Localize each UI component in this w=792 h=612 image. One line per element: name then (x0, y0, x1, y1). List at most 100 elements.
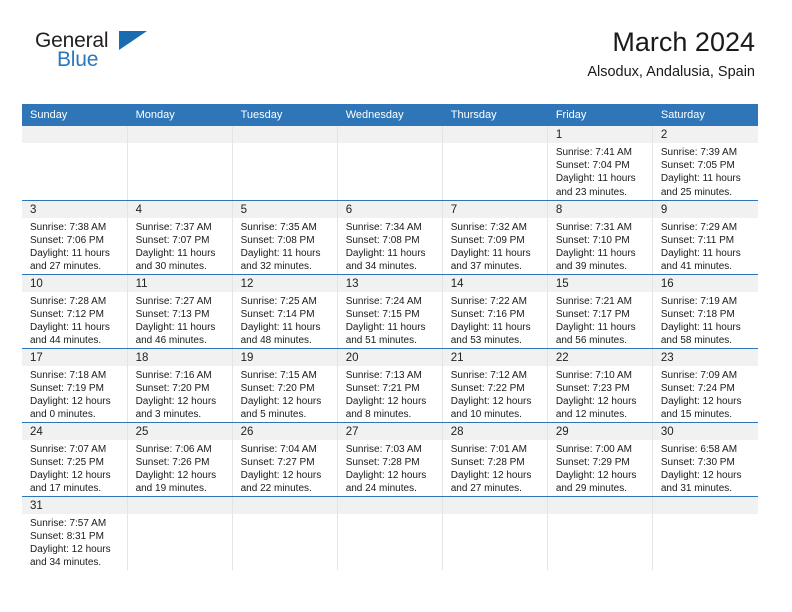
calendar-day-cell[interactable]: 8 Sunrise: 7:31 AM Sunset: 7:10 PM Daylight… (547, 200, 653, 275)
sunrise-time: Sunrise: 7:38 AM (30, 221, 107, 233)
day-number: 11 (127, 274, 232, 292)
sunset-time: Sunset: 7:26 PM (135, 456, 210, 468)
daylight-duration-line2: and 32 minutes. (240, 261, 312, 273)
sunset-time: Sunset: 7:20 PM (240, 382, 315, 394)
calendar-day-cell[interactable]: 2 Sunrise: 7:39 AM Sunset: 7:05 PM Daylight… (652, 126, 758, 201)
day-sun-info: Sunrise: 7:39 AM Sunset: 7:05 PM Daylight:… (653, 143, 758, 199)
sunset-time: Sunset: 7:11 PM (660, 234, 735, 246)
calendar-day-cell[interactable]: 12 Sunrise: 7:25 AM Sunset: 7:14 PM Dayligh… (232, 274, 338, 349)
day-number: 21 (442, 348, 547, 366)
day-number: 29 (547, 422, 652, 440)
calendar-day-cell[interactable]: 31 Sunrise: 7:57 AM Sunset: 8:31 PM Dayligh… (22, 496, 128, 570)
daylight-duration-line1: Daylight: 11 hours (660, 321, 741, 333)
sunrise-time: Sunrise: 7:03 AM (345, 443, 422, 455)
day-number: 27 (337, 422, 442, 440)
page-header: General Blue March 2024 Alsodux, Andalus… (0, 0, 792, 80)
sunrise-time: Sunrise: 7:31 AM (555, 221, 632, 233)
calendar-day-cell[interactable]: 30 Sunrise: 6:58 AM Sunset: 7:30 PM Dayligh… (652, 422, 758, 497)
calendar-day-cell[interactable]: 3 Sunrise: 7:38 AM Sunset: 7:06 PM Daylight… (22, 200, 128, 275)
calendar-day-cell[interactable]: 18 Sunrise: 7:16 AM Sunset: 7:20 PM Dayligh… (127, 348, 233, 423)
daylight-duration-line1: Daylight: 12 hours (240, 395, 322, 407)
day-number: 20 (337, 348, 442, 366)
sunset-time: Sunset: 7:07 PM (135, 234, 210, 246)
day-sun-info: Sunrise: 7:57 AM Sunset: 8:31 PM Daylight:… (22, 514, 127, 570)
day-number (337, 126, 442, 143)
calendar-day-cell-empty (232, 496, 338, 570)
daylight-duration-line2: and 3 minutes. (135, 409, 202, 421)
weekday-header-tuesday: Tuesday (232, 104, 338, 126)
sunrise-time: Sunrise: 7:34 AM (345, 221, 422, 233)
calendar-day-cell[interactable]: 1 Sunrise: 7:41 AM Sunset: 7:04 PM Daylight… (547, 126, 653, 201)
day-sun-info: Sunrise: 7:07 AM Sunset: 7:25 PM Daylight:… (22, 440, 127, 496)
calendar-day-cell[interactable]: 4 Sunrise: 7:37 AM Sunset: 7:07 PM Daylight… (127, 200, 233, 275)
sunrise-time: Sunrise: 7:27 AM (135, 295, 212, 307)
calendar-day-cell[interactable]: 14 Sunrise: 7:22 AM Sunset: 7:16 PM Dayligh… (442, 274, 548, 349)
calendar-day-cell[interactable]: 7 Sunrise: 7:32 AM Sunset: 7:09 PM Daylight… (442, 200, 548, 275)
day-sun-info: Sunrise: 7:18 AM Sunset: 7:19 PM Daylight:… (22, 366, 127, 422)
sunset-time: Sunset: 7:17 PM (555, 308, 630, 320)
daylight-duration-line2: and 53 minutes. (450, 335, 522, 347)
daylight-duration-line1: Daylight: 11 hours (240, 321, 321, 333)
sunset-time: Sunset: 7:29 PM (555, 456, 630, 468)
daylight-duration-line1: Daylight: 12 hours (345, 469, 427, 481)
day-number (442, 126, 547, 143)
calendar-day-cell[interactable]: 29 Sunrise: 7:00 AM Sunset: 7:29 PM Dayligh… (547, 422, 653, 497)
day-sun-info: Sunrise: 7:12 AM Sunset: 7:22 PM Daylight:… (443, 366, 547, 422)
day-sun-info: Sunrise: 7:13 AM Sunset: 7:21 PM Daylight:… (338, 366, 442, 422)
calendar-day-cell[interactable]: 22 Sunrise: 7:10 AM Sunset: 7:23 PM Dayligh… (547, 348, 653, 423)
calendar-day-cell[interactable]: 19 Sunrise: 7:15 AM Sunset: 7:20 PM Dayligh… (232, 348, 338, 423)
calendar-day-cell[interactable]: 17 Sunrise: 7:18 AM Sunset: 7:19 PM Dayligh… (22, 348, 128, 423)
day-number: 8 (547, 200, 652, 218)
day-sun-info: Sunrise: 7:10 AM Sunset: 7:23 PM Daylight:… (548, 366, 652, 422)
calendar-day-cell[interactable]: 28 Sunrise: 7:01 AM Sunset: 7:28 PM Dayligh… (442, 422, 548, 497)
calendar-day-cell[interactable]: 6 Sunrise: 7:34 AM Sunset: 7:08 PM Daylight… (337, 200, 443, 275)
daylight-duration-line1: Daylight: 12 hours (135, 469, 217, 481)
day-number (337, 496, 442, 514)
day-sun-info: Sunrise: 7:09 AM Sunset: 7:24 PM Daylight:… (653, 366, 758, 422)
calendar-day-cell[interactable]: 15 Sunrise: 7:21 AM Sunset: 7:17 PM Dayligh… (547, 274, 653, 349)
sunset-time: Sunset: 7:12 PM (30, 308, 104, 320)
daylight-duration-line1: Daylight: 12 hours (345, 395, 427, 407)
daylight-duration-line2: and 41 minutes. (660, 261, 733, 273)
sunset-time: Sunset: 7:21 PM (345, 382, 420, 394)
day-number: 22 (547, 348, 652, 366)
day-number: 6 (337, 200, 442, 218)
calendar-day-cell[interactable]: 9 Sunrise: 7:29 AM Sunset: 7:11 PM Daylight… (652, 200, 758, 275)
sunset-time: Sunset: 7:16 PM (450, 308, 525, 320)
sunset-time: Sunset: 7:08 PM (240, 234, 315, 246)
calendar-day-cell-empty (22, 126, 128, 201)
daylight-duration-line2: and 34 minutes. (30, 557, 102, 569)
calendar-day-cell-empty (127, 126, 233, 201)
day-number (232, 496, 337, 514)
day-number: 10 (22, 274, 127, 292)
calendar-day-cell-empty (337, 126, 443, 201)
daylight-duration-line2: and 30 minutes. (135, 261, 207, 273)
calendar-day-cell[interactable]: 5 Sunrise: 7:35 AM Sunset: 7:08 PM Daylight… (232, 200, 338, 275)
sunrise-time: Sunrise: 7:19 AM (660, 295, 738, 307)
sunset-time: Sunset: 7:19 PM (30, 382, 104, 394)
title-block: March 2024 Alsodux, Andalusia, Spain (587, 26, 755, 82)
calendar-day-cell[interactable]: 26 Sunrise: 7:04 AM Sunset: 7:27 PM Dayligh… (232, 422, 338, 497)
daylight-duration-line1: Daylight: 12 hours (450, 469, 532, 481)
daylight-duration-line1: Daylight: 11 hours (450, 247, 531, 259)
calendar-day-cell[interactable]: 16 Sunrise: 7:19 AM Sunset: 7:18 PM Dayligh… (652, 274, 758, 349)
calendar-day-cell[interactable]: 24 Sunrise: 7:07 AM Sunset: 7:25 PM Dayligh… (22, 422, 128, 497)
calendar-page: General Blue March 2024 Alsodux, Andalus… (0, 0, 792, 612)
calendar-week-row: 24 Sunrise: 7:07 AM Sunset: 7:25 PM Dayligh… (22, 422, 758, 497)
day-sun-info: Sunrise: 7:04 AM Sunset: 7:27 PM Daylight:… (233, 440, 337, 496)
general-blue-logo[interactable]: General Blue (35, 30, 215, 82)
day-number: 17 (22, 348, 127, 366)
calendar-day-cell[interactable]: 10 Sunrise: 7:28 AM Sunset: 7:12 PM Dayligh… (22, 274, 128, 349)
day-sun-info: Sunrise: 7:16 AM Sunset: 7:20 PM Daylight:… (128, 366, 232, 422)
calendar-day-cell[interactable]: 11 Sunrise: 7:27 AM Sunset: 7:13 PM Dayligh… (127, 274, 233, 349)
day-sun-info: Sunrise: 7:41 AM Sunset: 7:04 PM Daylight:… (548, 143, 652, 199)
calendar-day-cell[interactable]: 21 Sunrise: 7:12 AM Sunset: 7:22 PM Dayligh… (442, 348, 548, 423)
day-number: 5 (232, 200, 337, 218)
calendar-day-cell[interactable]: 25 Sunrise: 7:06 AM Sunset: 7:26 PM Dayligh… (127, 422, 233, 497)
daylight-duration-line1: Daylight: 12 hours (555, 469, 637, 481)
daylight-duration-line1: Daylight: 12 hours (30, 395, 111, 407)
calendar-day-cell[interactable]: 27 Sunrise: 7:03 AM Sunset: 7:28 PM Dayligh… (337, 422, 443, 497)
calendar-day-cell[interactable]: 20 Sunrise: 7:13 AM Sunset: 7:21 PM Dayligh… (337, 348, 443, 423)
calendar-day-cell[interactable]: 23 Sunrise: 7:09 AM Sunset: 7:24 PM Dayligh… (652, 348, 758, 423)
calendar-day-cell[interactable]: 13 Sunrise: 7:24 AM Sunset: 7:15 PM Dayligh… (337, 274, 443, 349)
